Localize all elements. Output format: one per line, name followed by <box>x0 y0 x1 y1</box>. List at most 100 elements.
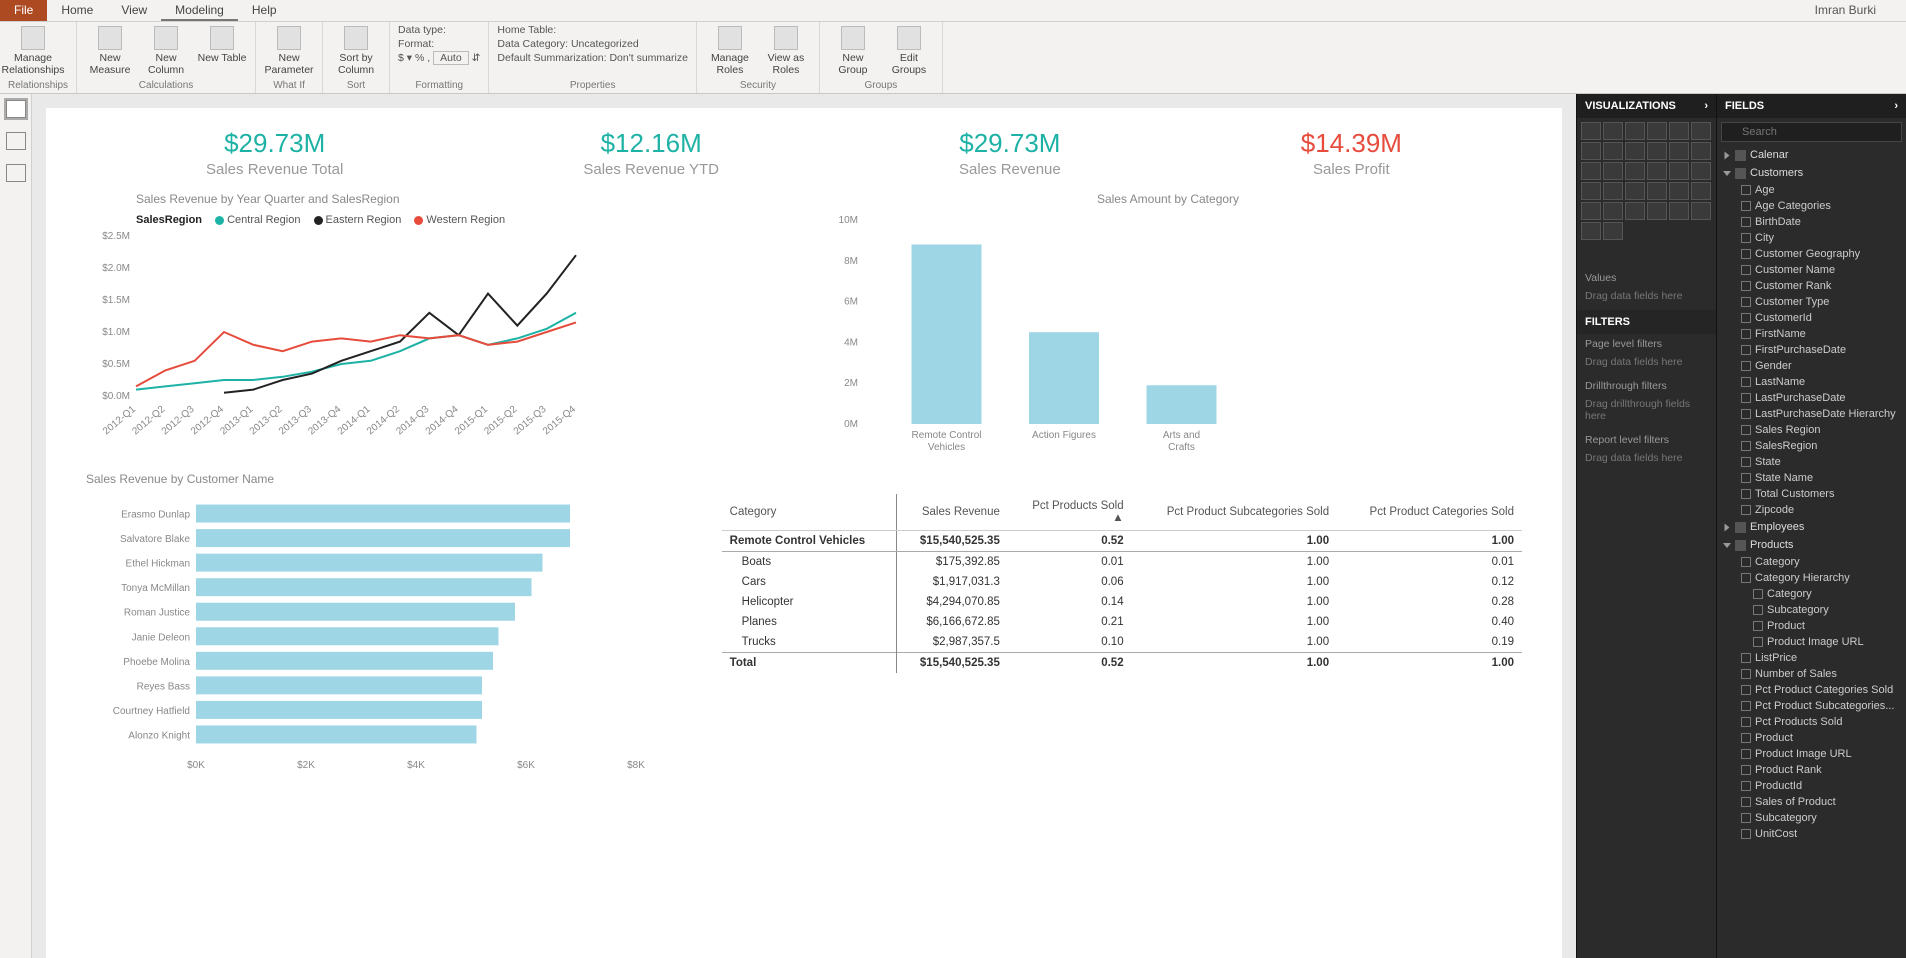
kpi-card[interactable]: $14.39M Sales Profit <box>1301 128 1402 178</box>
report-canvas[interactable]: $29.73M Sales Revenue Total $12.16M Sale… <box>32 94 1576 958</box>
new-table-button[interactable]: New Table <box>197 24 247 80</box>
table-node[interactable]: Employees <box>1717 518 1906 536</box>
field-node[interactable]: Age <box>1717 182 1906 198</box>
field-node[interactable]: LastName <box>1717 374 1906 390</box>
field-node[interactable]: Category Hierarchy <box>1717 570 1906 586</box>
table-node[interactable]: Calenar <box>1717 146 1906 164</box>
field-node[interactable]: State <box>1717 454 1906 470</box>
edit-groups-button[interactable]: Edit Groups <box>884 24 934 80</box>
field-node[interactable]: Sales Region <box>1717 422 1906 438</box>
field-node[interactable]: State Name <box>1717 470 1906 486</box>
viz-type-icon[interactable] <box>1669 142 1689 160</box>
viz-type-icon[interactable] <box>1625 142 1645 160</box>
drillthrough-dropzone[interactable]: Drag drillthrough fields here <box>1577 396 1716 430</box>
field-node[interactable]: CustomerId <box>1717 310 1906 326</box>
chevron-right-icon[interactable]: › <box>1894 100 1898 112</box>
viz-type-icon[interactable] <box>1603 202 1623 220</box>
field-node[interactable]: Category <box>1717 554 1906 570</box>
report-filters-dropzone[interactable]: Drag data fields here <box>1577 450 1716 472</box>
data-category-dropdown[interactable]: Data Category: Uncategorized <box>497 38 688 50</box>
field-node[interactable]: Product Image URL <box>1717 634 1906 650</box>
field-node[interactable]: City <box>1717 230 1906 246</box>
viz-type-icon[interactable] <box>1691 202 1711 220</box>
sort-by-column-button[interactable]: Sort by Column <box>331 24 381 80</box>
viz-type-icon[interactable] <box>1691 162 1711 180</box>
field-node[interactable]: Category <box>1717 586 1906 602</box>
data-view-icon[interactable] <box>6 132 26 150</box>
manage-roles-button[interactable]: Manage Roles <box>705 24 755 80</box>
field-node[interactable]: Customer Name <box>1717 262 1906 278</box>
field-node[interactable]: UnitCost <box>1717 826 1906 842</box>
kpi-card[interactable]: $29.73M Sales Revenue Total <box>206 128 343 178</box>
chevron-right-icon[interactable]: › <box>1704 100 1708 112</box>
viz-type-icon[interactable] <box>1647 202 1667 220</box>
field-node[interactable]: Age Categories <box>1717 198 1906 214</box>
viz-type-icon[interactable] <box>1603 222 1623 240</box>
field-node[interactable]: Pct Products Sold <box>1717 714 1906 730</box>
viz-type-icon[interactable] <box>1691 182 1711 200</box>
field-node[interactable]: FirstPurchaseDate <box>1717 342 1906 358</box>
view-as-roles-button[interactable]: View as Roles <box>761 24 811 80</box>
field-node[interactable]: Subcategory <box>1717 810 1906 826</box>
field-node[interactable]: LastPurchaseDate Hierarchy <box>1717 406 1906 422</box>
viz-type-icon[interactable] <box>1647 142 1667 160</box>
new-group-button[interactable]: New Group <box>828 24 878 80</box>
field-node[interactable]: Customer Type <box>1717 294 1906 310</box>
field-node[interactable]: FirstName <box>1717 326 1906 342</box>
viz-type-icon[interactable] <box>1581 162 1601 180</box>
viz-type-icon[interactable] <box>1669 182 1689 200</box>
field-node[interactable]: ProductId <box>1717 778 1906 794</box>
table-node[interactable]: Customers <box>1717 164 1906 182</box>
viz-type-icon[interactable] <box>1625 122 1645 140</box>
model-view-icon[interactable] <box>6 164 26 182</box>
user-name[interactable]: Imran Burki <box>1805 0 1906 21</box>
new-measure-button[interactable]: New Measure <box>85 24 135 80</box>
fields-search-input[interactable] <box>1721 122 1902 142</box>
matrix-visual[interactable]: CategorySales RevenuePct Products Sold▲P… <box>722 494 1522 794</box>
field-node[interactable]: Customer Rank <box>1717 278 1906 294</box>
field-node[interactable]: Customer Geography <box>1717 246 1906 262</box>
field-node[interactable]: Product Rank <box>1717 762 1906 778</box>
field-node[interactable]: Product Image URL <box>1717 746 1906 762</box>
viz-type-icon[interactable] <box>1691 122 1711 140</box>
field-node[interactable]: Product <box>1717 730 1906 746</box>
field-node[interactable]: Gender <box>1717 358 1906 374</box>
field-node[interactable]: BirthDate <box>1717 214 1906 230</box>
kpi-card[interactable]: $29.73M Sales Revenue <box>959 128 1061 178</box>
page-filters-dropzone[interactable]: Drag data fields here <box>1577 354 1716 376</box>
new-parameter-button[interactable]: New Parameter <box>264 24 314 80</box>
viz-type-icon[interactable] <box>1581 202 1601 220</box>
tab-file[interactable]: File <box>0 0 47 21</box>
viz-type-icon[interactable] <box>1669 122 1689 140</box>
report-view-icon[interactable] <box>6 100 26 118</box>
viz-type-icon[interactable] <box>1625 182 1645 200</box>
field-node[interactable]: Pct Product Subcategories... <box>1717 698 1906 714</box>
tab-view[interactable]: View <box>107 0 161 21</box>
viz-type-icon[interactable] <box>1603 162 1623 180</box>
home-table-dropdown[interactable]: Home Table: <box>497 24 688 36</box>
viz-type-icon[interactable] <box>1581 182 1601 200</box>
field-node[interactable]: Number of Sales <box>1717 666 1906 682</box>
field-node[interactable]: SalesRegion <box>1717 438 1906 454</box>
field-node[interactable]: Pct Product Categories Sold <box>1717 682 1906 698</box>
format-dropdown[interactable]: Format: <box>398 38 480 50</box>
viz-type-icon[interactable] <box>1603 122 1623 140</box>
data-type-dropdown[interactable]: Data type: <box>398 24 480 36</box>
viz-type-icon[interactable] <box>1669 202 1689 220</box>
line-chart[interactable]: Sales Revenue by Year Quarter and SalesR… <box>86 188 794 468</box>
new-column-button[interactable]: New Column <box>141 24 191 80</box>
manage-relationships-button[interactable]: Manage Relationships <box>8 24 58 80</box>
viz-type-icon[interactable] <box>1625 202 1645 220</box>
field-node[interactable]: LastPurchaseDate <box>1717 390 1906 406</box>
viz-type-icon[interactable] <box>1669 162 1689 180</box>
field-node[interactable]: ListPrice <box>1717 650 1906 666</box>
viz-type-icon[interactable] <box>1647 122 1667 140</box>
viz-type-icon[interactable] <box>1691 142 1711 160</box>
viz-type-icon[interactable] <box>1603 142 1623 160</box>
viz-type-icon[interactable] <box>1603 182 1623 200</box>
field-node[interactable]: Zipcode <box>1717 502 1906 518</box>
values-dropzone[interactable]: Drag data fields here <box>1577 288 1716 310</box>
field-node[interactable]: Product <box>1717 618 1906 634</box>
field-node[interactable]: Sales of Product <box>1717 794 1906 810</box>
tab-help[interactable]: Help <box>238 0 291 21</box>
